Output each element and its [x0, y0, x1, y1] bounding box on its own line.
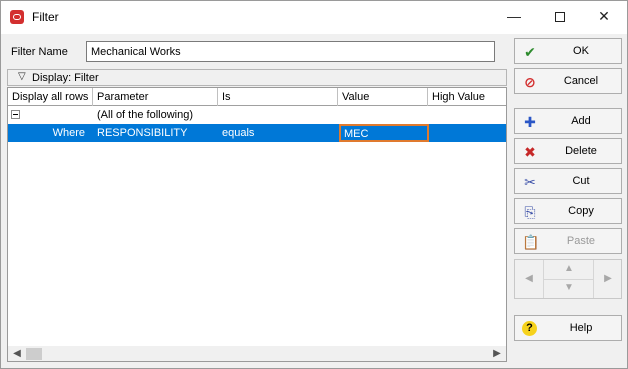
value-edit-field[interactable]: MEC [339, 124, 429, 142]
column-header-parameter[interactable]: Parameter [93, 88, 218, 106]
copy-icon: ⎘ [524, 204, 536, 220]
scroll-thumb[interactable] [26, 348, 42, 360]
horizontal-scrollbar[interactable]: ◀ ▶ [8, 346, 506, 361]
plus-icon: ✚ [524, 114, 536, 130]
move-left-icon[interactable]: ◀ [521, 273, 537, 284]
table-row-selected[interactable]: Where RESPONSIBILITY equals MEC [8, 124, 506, 142]
ok-label: OK [573, 45, 589, 57]
ok-button[interactable]: ✔ OK [514, 38, 622, 64]
chevron-down-icon[interactable]: ▽ [18, 71, 26, 82]
close-button[interactable]: ✕ [581, 1, 627, 34]
add-button[interactable]: ✚ Add [514, 108, 622, 134]
copy-button[interactable]: ⎘ Copy [514, 198, 622, 224]
move-right-icon[interactable]: ▶ [600, 273, 616, 284]
table-row[interactable]: (All of the following) [8, 106, 506, 124]
paste-button[interactable]: 📋 Paste [514, 228, 622, 254]
cell-parameter: (All of the following) [97, 109, 193, 121]
paste-label: Paste [566, 235, 596, 247]
oracle-app-icon [10, 10, 24, 24]
delete-button[interactable]: ✖ Delete [514, 138, 622, 164]
add-label: Add [571, 115, 591, 127]
display-filter-bar[interactable]: ▽ Display: Filter [7, 69, 507, 86]
divider [543, 279, 593, 280]
clipboard-icon: 📋 [522, 234, 540, 250]
filter-name-label: Filter Name [11, 46, 68, 58]
scroll-left-icon[interactable]: ◀ [10, 347, 24, 361]
move-down-icon[interactable]: ▼ [559, 282, 579, 293]
cell-display: Where [52, 127, 85, 139]
window-title: Filter [32, 10, 59, 24]
display-filter-label: Display: Filter [32, 72, 99, 84]
filter-grid: Display all rows Parameter Is Value High… [7, 87, 507, 362]
cancel-icon: ⊘ [524, 74, 536, 90]
cancel-label: Cancel [563, 75, 599, 87]
grid-header: Display all rows Parameter Is Value High… [8, 88, 506, 106]
divider [593, 260, 594, 298]
move-up-icon[interactable]: ▲ [559, 263, 579, 274]
cut-button[interactable]: ✂ Cut [514, 168, 622, 194]
column-header-high-value[interactable]: High Value [428, 88, 506, 106]
column-header-is[interactable]: Is [218, 88, 338, 106]
help-label: Help [569, 322, 593, 334]
scroll-right-icon[interactable]: ▶ [490, 347, 504, 361]
scissors-icon: ✂ [524, 174, 536, 190]
delete-x-icon: ✖ [524, 144, 536, 160]
help-button[interactable]: ? Help [514, 315, 622, 341]
maximize-icon [555, 12, 565, 23]
collapse-icon[interactable] [11, 110, 20, 119]
title-bar: Filter — ✕ [1, 1, 627, 34]
move-row-pad: ◀ ▲ ▼ ▶ [514, 259, 622, 299]
checkmark-icon: ✔ [524, 44, 536, 60]
copy-label: Copy [568, 205, 594, 217]
filter-dialog: Filter — ✕ Filter Name ▽ Display: Filter… [0, 0, 628, 369]
column-header-value[interactable]: Value [338, 88, 428, 106]
cut-label: Cut [572, 175, 590, 187]
delete-label: Delete [565, 145, 597, 157]
column-header-display-all-rows[interactable]: Display all rows [8, 88, 93, 106]
maximize-button[interactable] [537, 1, 583, 34]
minimize-button[interactable]: — [491, 1, 537, 34]
cell-is[interactable]: equals [218, 124, 258, 142]
cell-parameter[interactable]: RESPONSIBILITY [93, 124, 191, 142]
cancel-button[interactable]: ⊘ Cancel [514, 68, 622, 94]
filter-name-input[interactable] [86, 41, 495, 62]
help-icon: ? [522, 321, 537, 336]
